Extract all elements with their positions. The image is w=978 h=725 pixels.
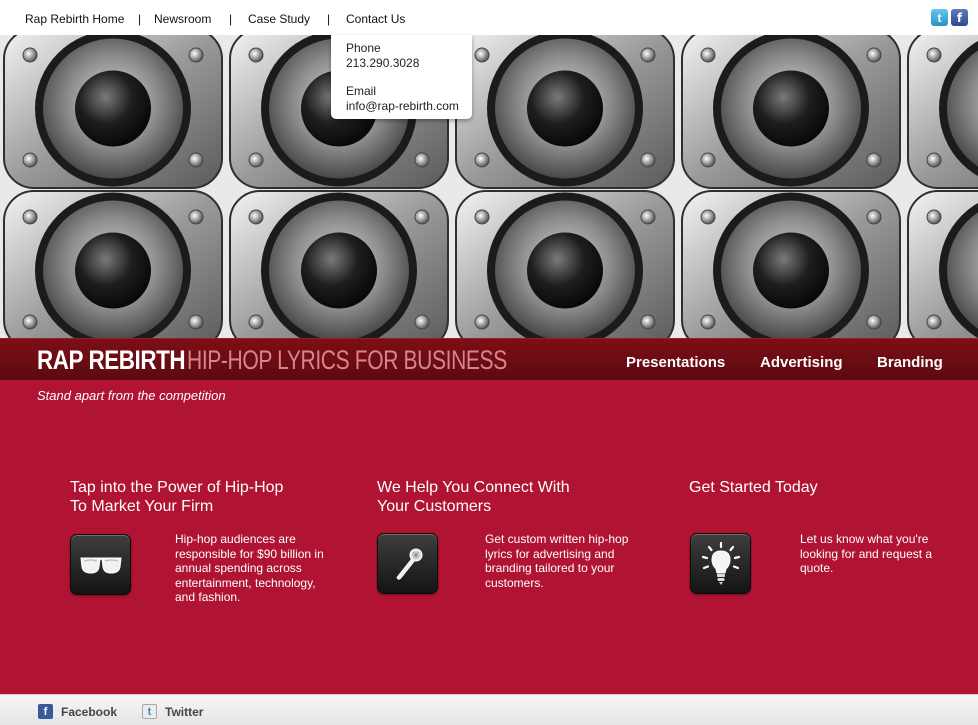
brand-bar: RAP REBIRTH HIP-HOP LYRICS FOR BUSINESS … bbox=[0, 338, 978, 380]
footer-facebook-link[interactable]: f Facebook bbox=[38, 704, 117, 719]
column-text-line: branding tailored to your bbox=[485, 561, 615, 575]
nav-contact-link[interactable]: Contact Us bbox=[346, 12, 405, 26]
speaker bbox=[907, 35, 978, 189]
column-text: Let us know what you're looking for and … bbox=[800, 532, 932, 576]
column-title: Tap into the Power of Hip-Hop To Market … bbox=[70, 478, 283, 516]
speaker bbox=[681, 35, 901, 189]
lightbulb-glyph bbox=[701, 541, 740, 585]
phone-label: Phone bbox=[346, 41, 381, 55]
speaker-grid bbox=[3, 35, 978, 338]
column-text-line: quote. bbox=[800, 561, 834, 575]
column-text-line: customers. bbox=[485, 575, 544, 590]
hero-speakers-image bbox=[0, 35, 978, 338]
column-text-line: responsible for $90 billion in bbox=[175, 546, 324, 561]
facebook-icon: f bbox=[38, 704, 53, 719]
speaker bbox=[229, 190, 449, 338]
lightbulb-icon bbox=[690, 533, 751, 594]
column-title-line: To Market Your Firm bbox=[70, 498, 214, 515]
microphone-icon bbox=[377, 533, 438, 594]
column-title: We Help You Connect With Your Customers bbox=[377, 478, 570, 516]
sunglasses-glyph bbox=[79, 557, 122, 574]
column-title-line: Get Started Today bbox=[689, 479, 818, 496]
column-text: Hip-hop audiences are responsible for $9… bbox=[175, 532, 324, 605]
nav-separator: | bbox=[138, 12, 142, 26]
main-content: Stand apart from the competition Tap int… bbox=[0, 380, 978, 694]
brand-tagline: HIP-HOP LYRICS FOR BUSINESS bbox=[187, 345, 507, 375]
twitter-icon: t bbox=[142, 704, 157, 719]
footer-twitter-link[interactable]: t Twitter bbox=[142, 704, 203, 719]
column-text-line: Hip-hop audiences are bbox=[175, 532, 296, 546]
column-text-line: entertainment, technology, bbox=[175, 575, 316, 590]
dropdown-gap bbox=[346, 70, 472, 84]
speaker bbox=[455, 35, 675, 189]
facebook-icon[interactable]: f bbox=[951, 9, 968, 26]
nav-advertising-link[interactable]: Advertising bbox=[760, 354, 843, 371]
speaker bbox=[3, 190, 223, 338]
speaker bbox=[455, 190, 675, 338]
speaker bbox=[3, 35, 223, 189]
phone-value[interactable]: 213.290.3028 bbox=[346, 56, 472, 71]
column-text-line: annual spending across bbox=[175, 561, 302, 575]
nav-separator: | bbox=[229, 12, 233, 26]
nav-case-study-link[interactable]: Case Study bbox=[248, 12, 310, 26]
email-label: Email bbox=[346, 84, 377, 98]
nav-branding-link[interactable]: Branding bbox=[877, 354, 943, 371]
brand-name[interactable]: RAP REBIRTH bbox=[37, 345, 186, 376]
footer: f Facebook t Twitter bbox=[0, 694, 978, 725]
column-title: Get Started Today bbox=[689, 478, 818, 497]
page: Rap Rebirth Home | Newsroom | Case Study… bbox=[0, 0, 978, 725]
column-text-line: Get custom written hip-hop bbox=[485, 532, 629, 546]
social-top: t f bbox=[931, 9, 968, 26]
nav-newsroom-link[interactable]: Newsroom bbox=[154, 12, 211, 26]
nav-presentations-link[interactable]: Presentations bbox=[626, 354, 725, 371]
sunglasses-icon bbox=[70, 534, 131, 595]
microphone-glyph bbox=[396, 548, 422, 580]
column-text-line: Let us know what you're bbox=[800, 532, 929, 546]
column-title-line: Your Customers bbox=[377, 498, 492, 515]
contact-dropdown: Phone 213.290.3028 Email info@rap-rebirt… bbox=[331, 35, 472, 119]
column-text-line: lyrics for advertising and bbox=[485, 546, 615, 561]
speaker bbox=[681, 190, 901, 338]
nav-separator: | bbox=[327, 12, 331, 26]
column-text: Get custom written hip-hop lyrics for ad… bbox=[485, 532, 628, 590]
footer-twitter-label: Twitter bbox=[165, 704, 204, 719]
top-nav: Rap Rebirth Home | Newsroom | Case Study… bbox=[0, 0, 978, 35]
footer-facebook-label: Facebook bbox=[61, 704, 118, 719]
page-subtitle: Stand apart from the competition bbox=[37, 388, 226, 403]
column-text-line: and fashion. bbox=[175, 590, 241, 604]
twitter-icon[interactable]: t bbox=[931, 9, 948, 26]
email-value[interactable]: info@rap-rebirth.com bbox=[346, 99, 472, 114]
nav-home-link[interactable]: Rap Rebirth Home bbox=[25, 12, 124, 26]
column-title-line: Tap into the Power of Hip-Hop bbox=[70, 479, 284, 496]
column-title-line: We Help You Connect With bbox=[377, 479, 570, 496]
column-text-line: looking for and request a bbox=[800, 546, 933, 561]
speaker bbox=[907, 190, 978, 338]
